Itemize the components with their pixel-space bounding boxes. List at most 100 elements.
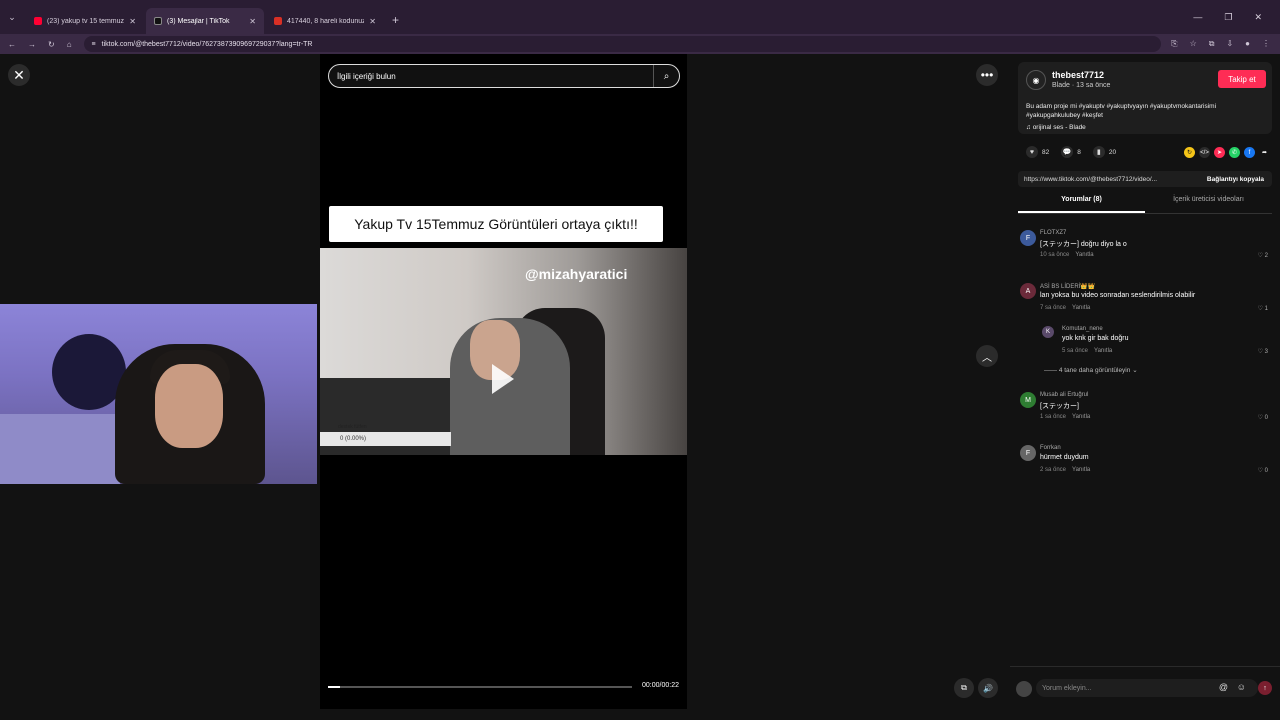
author-avatar[interactable]: ◉: [1026, 70, 1046, 90]
reload-icon[interactable]: ↻: [48, 40, 55, 49]
comment-text: yok knk gir bak doğru: [1062, 335, 1129, 342]
comment-time: 5 sa önce: [1062, 348, 1089, 354]
comment-like-count: 3: [1264, 349, 1268, 355]
share-arrow-icon[interactable]: ➦: [1259, 147, 1270, 158]
maximize-icon[interactable]: ❐: [1224, 12, 1232, 23]
commenter-avatar[interactable]: A: [1020, 283, 1036, 299]
send-icon[interactable]: ↑: [1258, 681, 1272, 695]
commenter-name[interactable]: Musab ali Ertuğrul: [1040, 392, 1088, 398]
downloads-icon[interactable]: ⇩: [1226, 39, 1233, 49]
reply-button[interactable]: Yanıtla: [1072, 305, 1090, 311]
video-progress-bar[interactable]: [328, 686, 632, 688]
minimize-icon[interactable]: —: [1193, 12, 1202, 23]
site-info-icon[interactable]: ≡: [92, 41, 96, 48]
new-tab-icon[interactable]: +: [392, 13, 399, 27]
whatsapp-icon[interactable]: ✆: [1229, 147, 1240, 158]
view-more-replies-button[interactable]: —— 4 tane daha görüntüleyin ⌄: [1044, 366, 1138, 374]
commenter-avatar[interactable]: K: [1042, 326, 1054, 338]
comment-meta: 2 sa önce Yanıtla: [1040, 467, 1090, 473]
reply-button[interactable]: Yanıtla: [1072, 414, 1090, 420]
close-tab-icon[interactable]: ✕: [129, 17, 136, 26]
save-button[interactable]: ▮ 20: [1092, 146, 1116, 158]
tiktok-page: ✕ İlgili içeriği bulun ⌕ Yakup Tv 15Temm…: [0, 54, 1280, 720]
home-icon[interactable]: ⌂: [67, 40, 72, 49]
bookmark-icon: ▮: [1092, 146, 1105, 158]
tab-comments[interactable]: Yorumlar (8): [1018, 196, 1145, 213]
video-time: 00:00/00:22: [642, 682, 679, 689]
comment-time: 10 sa önce: [1040, 252, 1070, 258]
tiktok-icon: [154, 17, 162, 25]
comment-button[interactable]: 💬 8: [1061, 146, 1081, 158]
bookmark-star-icon[interactable]: ☆: [1190, 39, 1197, 49]
commenter-avatar[interactable]: M: [1020, 392, 1036, 408]
comment-input-bar: Yorum ekleyin... @ ☺ ↑: [1010, 666, 1280, 706]
reply-button[interactable]: Yanıtla: [1075, 252, 1093, 258]
embed-icon[interactable]: </>: [1199, 147, 1210, 158]
copy-link-button[interactable]: Bağlantıyı kopyala: [1199, 176, 1272, 183]
comment-meta: 10 sa önce Yanıtla: [1040, 252, 1094, 258]
commenter-name[interactable]: FLOTXZ7: [1040, 230, 1066, 236]
like-button[interactable]: ♥ 82: [1026, 146, 1049, 158]
video-player[interactable]: İlgili içeriği bulun ⌕ Yakup Tv 15Temmuz…: [320, 54, 687, 709]
reply-button[interactable]: Yanıtla: [1094, 348, 1112, 354]
commenter-avatar[interactable]: F: [1020, 445, 1036, 461]
post-card: ◉ thebest7712 Blade · 13 sa önce Takip e…: [1018, 62, 1272, 134]
comment-meta: 5 sa önce Yanıtla: [1062, 348, 1112, 354]
commenter-name[interactable]: Komutan_nene: [1062, 326, 1103, 332]
comment-like[interactable]: ♡ 0: [1258, 414, 1268, 421]
more-options-icon[interactable]: •••: [976, 64, 998, 86]
install-app-icon[interactable]: ⎘: [1171, 39, 1177, 49]
more-replies-label: 4 tane daha görüntüleyin: [1058, 367, 1131, 374]
play-icon[interactable]: [492, 364, 514, 394]
comment-text: lan yoksa bu video sonradan seslendirilm…: [1040, 292, 1196, 299]
comment-time: 7 sa önce: [1040, 305, 1067, 311]
close-tab-icon[interactable]: ✕: [249, 17, 256, 26]
send-to-friends-icon[interactable]: ➤: [1214, 147, 1225, 158]
tab-tiktok[interactable]: (3) Mesajlar | TikTok ✕: [146, 8, 264, 34]
search-icon[interactable]: ⌕: [653, 65, 679, 87]
webcam-overlay: [0, 304, 317, 484]
previous-video-icon[interactable]: ︿: [976, 345, 998, 367]
video-frame[interactable]: @mizahyaratici destek fütfen 0 (0.00%): [320, 248, 687, 455]
close-window-icon[interactable]: ✕: [1254, 12, 1262, 23]
close-icon[interactable]: ✕: [8, 64, 30, 86]
forward-icon[interactable]: →: [28, 40, 36, 49]
profile-icon[interactable]: ●: [1245, 39, 1250, 49]
details-panel: ◉ thebest7712 Blade · 13 sa önce Takip e…: [1010, 54, 1280, 720]
extensions-icon[interactable]: ⧉: [1209, 39, 1215, 49]
post-meta: Blade · 13 sa önce: [1052, 82, 1111, 89]
post-link[interactable]: https://www.tiktok.com/@thebest7712/vide…: [1018, 176, 1199, 183]
reply-button[interactable]: Yanıtla: [1072, 467, 1090, 473]
author-username[interactable]: thebest7712: [1052, 70, 1104, 80]
tab-creator-videos[interactable]: İçerik üreticisi videoları: [1145, 196, 1272, 213]
close-tab-icon[interactable]: ✕: [369, 17, 376, 26]
emoji-icon[interactable]: ☺: [1237, 682, 1246, 692]
copy-link-row: https://www.tiktok.com/@thebest7712/vide…: [1018, 171, 1272, 187]
comment-meta: 1 sa önce Yanıtla: [1040, 414, 1090, 420]
commenter-name[interactable]: Forrkan: [1040, 445, 1061, 451]
follow-button[interactable]: Takip et: [1218, 70, 1266, 88]
comment-like[interactable]: ♡ 3: [1258, 348, 1268, 355]
picture-in-picture-icon[interactable]: ⧉: [954, 678, 974, 698]
donation-label: destek fütfen: [338, 424, 367, 430]
repost-icon[interactable]: ↻: [1184, 147, 1195, 158]
share-icons: ↻ </> ➤ ✆ f ➦: [1184, 147, 1270, 158]
back-icon[interactable]: ←: [8, 40, 16, 49]
volume-icon[interactable]: 🔊: [978, 678, 998, 698]
facebook-icon[interactable]: f: [1244, 147, 1255, 158]
tab-youtube[interactable]: (23) yakup tv 15 temmuz - YouT ✕: [26, 8, 144, 34]
comment-like[interactable]: ♡ 2: [1258, 252, 1268, 259]
like-count: 82: [1042, 148, 1050, 156]
search-input[interactable]: İlgili içeriği bulun ⌕: [328, 64, 680, 88]
comment-like[interactable]: ♡ 1: [1258, 305, 1268, 312]
comment-like[interactable]: ♡ 0: [1258, 467, 1268, 474]
browser-menu-icon[interactable]: ⋮: [1262, 39, 1270, 49]
url-text: tiktok.com/@thebest7712/video/7627387390…: [101, 40, 313, 48]
url-field[interactable]: ≡ tiktok.com/@thebest7712/video/76273873…: [83, 36, 1162, 52]
mention-icon[interactable]: @: [1219, 682, 1228, 692]
tab-search-icon[interactable]: ⌄: [2, 7, 22, 27]
post-sound[interactable]: ♫ orijinal ses - Blade: [1026, 124, 1086, 131]
commenter-name[interactable]: ASİ BS LİDERİ👑👑: [1040, 283, 1095, 290]
tab-gmail[interactable]: 417440, 8 hareli kodunuzdur ✕: [266, 8, 384, 34]
commenter-avatar[interactable]: F: [1020, 230, 1036, 246]
